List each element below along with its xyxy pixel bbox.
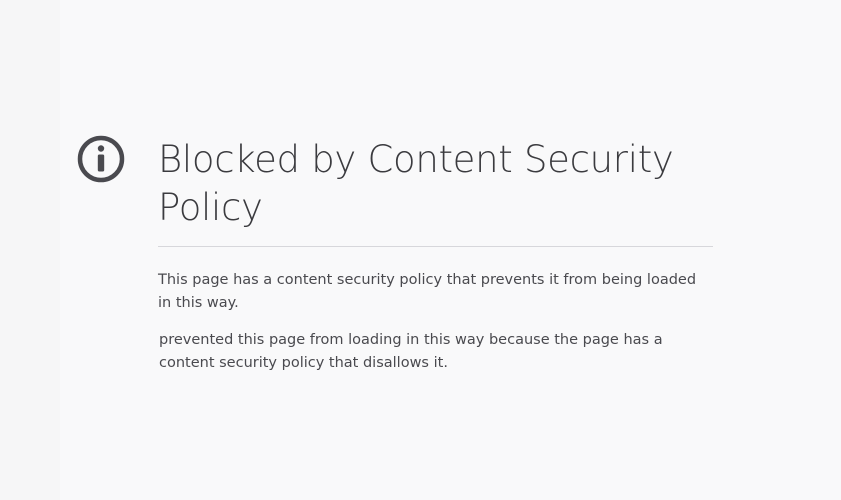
error-page: Blocked by Content Security Policy This … — [0, 0, 841, 500]
page-edge — [0, 0, 60, 500]
error-short-description: This page has a content security policy … — [158, 272, 697, 311]
error-long-description: prevented this page from loading in this… — [159, 332, 663, 371]
info-icon — [77, 135, 125, 183]
error-content: Blocked by Content Security Policy This … — [158, 134, 713, 375]
error-title: Blocked by Content Security Policy — [158, 134, 713, 247]
